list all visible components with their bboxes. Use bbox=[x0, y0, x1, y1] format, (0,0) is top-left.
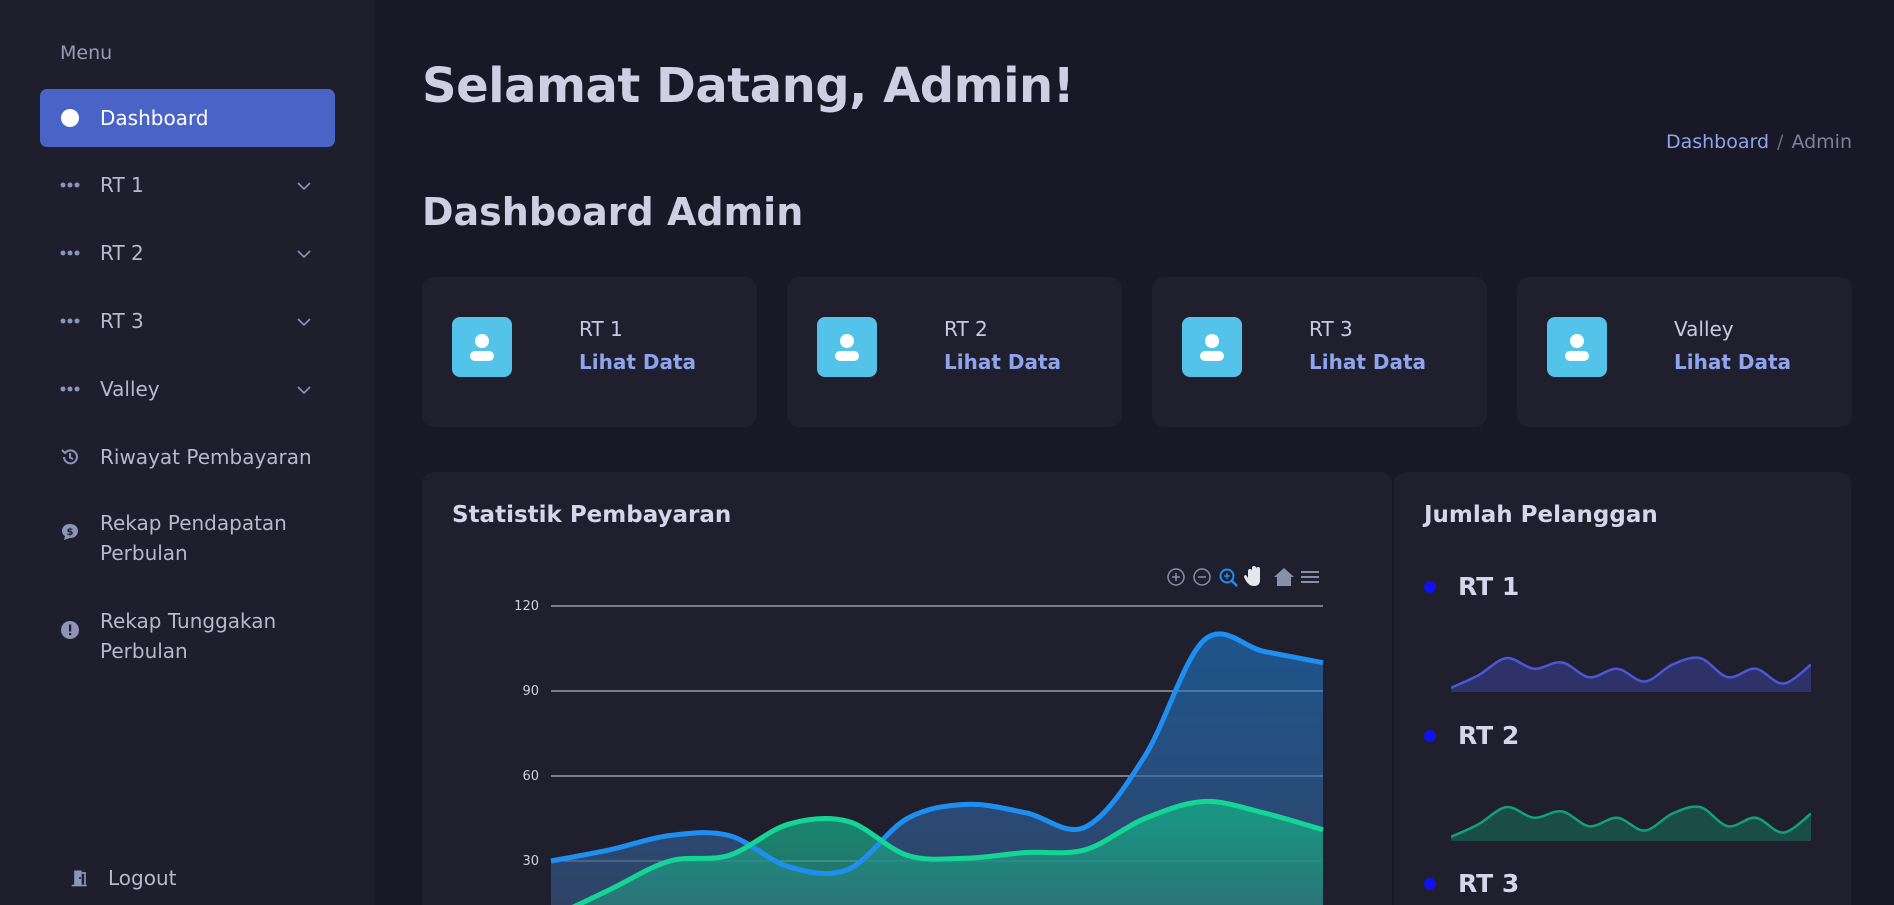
sparkline-rt2 bbox=[1451, 805, 1811, 841]
sidebar-item-label: RT 3 bbox=[100, 309, 144, 333]
sidebar-item-valley[interactable]: Valley bbox=[40, 360, 335, 418]
sidebar-item-label: Rekap Tunggakan Perbulan bbox=[100, 609, 277, 663]
y-tick-label: 60 bbox=[522, 769, 539, 784]
breadcrumb-link-dashboard[interactable]: Dashboard bbox=[1666, 131, 1769, 153]
section-title: Dashboard Admin bbox=[422, 190, 804, 234]
user-icon bbox=[1182, 317, 1242, 377]
payment-chart-card: Statistik Pembayaran 30 60 90 120 bbox=[422, 472, 1392, 905]
sidebar-item-label: Riwayat Pembayaran bbox=[100, 445, 312, 469]
logout-label: Logout bbox=[108, 866, 177, 890]
sidebar-item-label: Dashboard bbox=[100, 106, 209, 130]
breadcrumb: Dashboard / Admin bbox=[1666, 131, 1852, 153]
user-icon bbox=[817, 317, 877, 377]
customer-item-rt1: RT 1 bbox=[1424, 572, 1519, 601]
sidebar-item-rt3[interactable]: RT 3 bbox=[40, 292, 335, 350]
customer-item-rt2: RT 2 bbox=[1424, 721, 1519, 750]
y-tick-label: 120 bbox=[514, 599, 539, 614]
stat-card-rt1: RT 1 Lihat Data bbox=[422, 277, 757, 427]
customer-item-name: RT 3 bbox=[1458, 869, 1520, 898]
stat-card-rt2: RT 2 Lihat Data bbox=[787, 277, 1122, 427]
page-title: Selamat Datang, Admin! bbox=[422, 58, 1075, 114]
sidebar: Menu Dashboard RT 1 RT 2 RT 3 Valley Riw… bbox=[0, 0, 375, 905]
lihat-data-link[interactable]: Lihat Data bbox=[579, 350, 696, 374]
dots-icon bbox=[60, 175, 80, 195]
dots-icon bbox=[60, 379, 80, 399]
customer-item-name: RT 1 bbox=[1458, 572, 1520, 601]
dots-icon bbox=[60, 243, 80, 263]
logout-button[interactable]: Logout bbox=[70, 866, 176, 890]
door-exit-icon bbox=[70, 868, 90, 888]
home-reset-icon[interactable] bbox=[1274, 568, 1294, 586]
zoom-in-icon[interactable] bbox=[1167, 568, 1185, 586]
sidebar-item-rt1[interactable]: RT 1 bbox=[40, 156, 335, 214]
sidebar-item-rekap-tunggakan[interactable]: Rekap Tunggakan Perbulan bbox=[40, 606, 335, 672]
main-content: Selamat Datang, Admin! Dashboard / Admin… bbox=[375, 0, 1894, 905]
breadcrumb-separator: / bbox=[1777, 131, 1784, 153]
sidebar-item-label: Rekap Pendapatan Perbulan bbox=[100, 511, 287, 565]
customer-item-rt3: RT 3 bbox=[1424, 869, 1519, 898]
y-tick-label: 30 bbox=[522, 854, 539, 869]
breadcrumb-current: Admin bbox=[1791, 131, 1852, 153]
legend-dot bbox=[1424, 877, 1436, 890]
chevron-down-icon bbox=[295, 380, 313, 398]
stat-card-name: Valley bbox=[1674, 317, 1734, 341]
menu-icon[interactable] bbox=[1301, 571, 1319, 583]
zoom-out-icon[interactable] bbox=[1193, 568, 1211, 586]
legend-dot bbox=[1424, 729, 1436, 742]
sidebar-item-label: Valley bbox=[100, 377, 160, 401]
chevron-down-icon bbox=[295, 176, 313, 194]
customer-count-card: Jumlah Pelanggan RT 1 RT 2 RT 3 bbox=[1394, 472, 1851, 905]
sidebar-item-riwayat-pembayaran[interactable]: Riwayat Pembayaran bbox=[40, 428, 335, 486]
stat-card-name: RT 3 bbox=[1309, 317, 1353, 341]
chevron-down-icon bbox=[295, 244, 313, 262]
legend-dot bbox=[1424, 580, 1436, 593]
stat-card-valley: Valley Lihat Data bbox=[1517, 277, 1852, 427]
money-chat-icon: $ bbox=[60, 522, 80, 542]
dots-icon bbox=[60, 311, 80, 331]
customer-card-title: Jumlah Pelanggan bbox=[1424, 502, 1658, 528]
chart-toolbar bbox=[1167, 566, 1319, 587]
lihat-data-link[interactable]: Lihat Data bbox=[1674, 350, 1791, 374]
stat-card-name: RT 2 bbox=[944, 317, 988, 341]
chart-series bbox=[550, 631, 1324, 905]
customer-item-name: RT 2 bbox=[1458, 721, 1520, 750]
stat-card-rt3: RT 3 Lihat Data bbox=[1152, 277, 1487, 427]
user-icon bbox=[452, 317, 512, 377]
circle-icon bbox=[60, 108, 80, 128]
menu-title: Menu bbox=[60, 42, 113, 64]
chevron-down-icon bbox=[295, 312, 313, 330]
sidebar-item-label: RT 1 bbox=[100, 173, 144, 197]
payment-chart: 30 60 90 120 bbox=[514, 566, 1324, 905]
pan-hand-icon[interactable] bbox=[1244, 566, 1260, 586]
svg-text:$: $ bbox=[67, 527, 74, 538]
alert-icon bbox=[60, 620, 80, 640]
lihat-data-link[interactable]: Lihat Data bbox=[1309, 350, 1426, 374]
stat-card-name: RT 1 bbox=[579, 317, 623, 341]
history-icon bbox=[60, 447, 80, 467]
sidebar-item-rt2[interactable]: RT 2 bbox=[40, 224, 335, 282]
sidebar-item-rekap-pendapatan[interactable]: $ Rekap Pendapatan Perbulan bbox=[40, 508, 335, 574]
zoom-select-icon[interactable] bbox=[1219, 568, 1238, 587]
y-tick-label: 90 bbox=[522, 684, 539, 699]
sparkline-rt1 bbox=[1451, 656, 1811, 692]
lihat-data-link[interactable]: Lihat Data bbox=[944, 350, 1061, 374]
user-icon bbox=[1547, 317, 1607, 377]
sidebar-item-dashboard[interactable]: Dashboard bbox=[40, 89, 335, 147]
sidebar-item-label: RT 2 bbox=[100, 241, 144, 265]
